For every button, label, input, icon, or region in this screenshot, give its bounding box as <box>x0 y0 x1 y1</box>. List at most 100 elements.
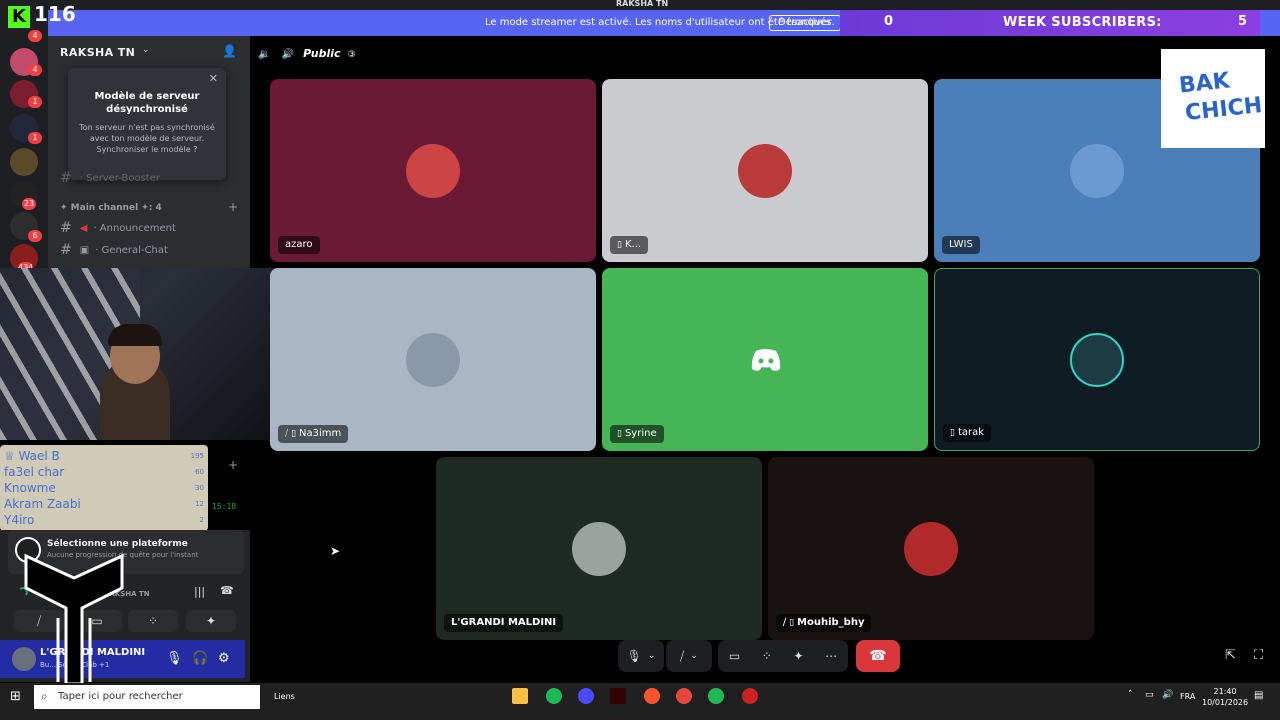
sub-leaderboard: ♕ Wael B 195 fa3el char 60 Knowme 30 Akram … <box>0 445 208 531</box>
deafened-icon: ⧸ <box>783 618 787 628</box>
chevron-down-icon[interactable]: ⌄ <box>690 651 698 661</box>
brand-line2: CHICH <box>1183 93 1264 126</box>
gear-icon[interactable]: ⚙ <box>218 651 230 666</box>
channel-item-announcement[interactable]: # ◀ · Announcement <box>60 220 176 236</box>
leaderboard-name: Y4iro <box>4 513 35 527</box>
participant-name: ▯ Syrine <box>610 425 664 443</box>
search-placeholder: Taper ici pour rechercher <box>58 691 183 702</box>
help-icon[interactable]: ③ <box>348 50 356 60</box>
clock-date: 10/01/2026 <box>1202 698 1249 707</box>
channel-item[interactable]: # · Server-Booster <box>60 170 160 186</box>
rail-badge: 4 <box>28 64 42 76</box>
screen-share-icon[interactable]: ▭ <box>729 649 740 663</box>
popup-description[interactable]: Ton serveur n'est pas synchronisé avec t… <box>78 122 216 155</box>
category-main-channel[interactable]: ✦ Main channel ✦: 4 <box>60 203 162 213</box>
popout-icon[interactable]: ⇱ <box>1225 648 1236 663</box>
channel-item-general-chat[interactable]: # ▣ · General-Chat <box>60 242 168 258</box>
disconnect-button[interactable]: ☎ <box>856 640 900 672</box>
stream-logo-overlay <box>24 553 124 684</box>
activities-button[interactable]: ⁘ <box>128 610 178 632</box>
links-toolbar[interactable]: Liens <box>274 692 295 701</box>
server-name[interactable]: RAKSHA TN <box>60 46 135 59</box>
illustrator-icon[interactable] <box>610 688 626 704</box>
soundboard-icon[interactable]: ||| <box>194 585 205 598</box>
rail-badge: 4 <box>28 30 42 42</box>
soundboard-icon[interactable]: ✦ <box>793 649 803 663</box>
effects-button[interactable]: ✦ <box>186 610 236 632</box>
leaderboard-name: ♕ Wael B <box>4 449 60 463</box>
camera-control[interactable]: ⧸ ⌄ <box>666 640 712 672</box>
mobile-icon: ▯ <box>291 429 297 439</box>
brave-icon[interactable] <box>644 688 660 704</box>
leaderboard-row: ♕ Wael B 195 <box>4 448 204 464</box>
spotify-icon[interactable] <box>546 688 562 704</box>
microphone-icon: 🎙 <box>626 649 642 663</box>
network-icon[interactable]: ▭ <box>1145 690 1154 700</box>
subs-label: WEEK SUBSCRIBERS: <box>1003 15 1162 30</box>
fullscreen-icon[interactable]: ⛶ <box>1254 648 1263 663</box>
avatar <box>904 521 958 576</box>
participant-tile[interactable]: azaro <box>270 79 596 262</box>
participant-name: ⧸ ▯ Na3imm <box>278 425 349 443</box>
subs-left-count: 0 <box>884 14 894 29</box>
disable-streamer-button[interactable]: Désactiver <box>769 15 841 31</box>
participant-tile[interactable]: ⧸ ▯ Na3imm <box>270 268 596 451</box>
participant-name: azaro <box>278 236 320 254</box>
brand-line1: BAK <box>1177 68 1232 99</box>
headphones-icon[interactable]: 🎧 <box>192 651 208 666</box>
leaderboard-value: 60 <box>195 468 204 476</box>
mic-control[interactable]: 🎙 ⌄ <box>618 640 664 672</box>
language-indicator[interactable]: FRA <box>1180 692 1195 701</box>
obs-icon[interactable] <box>578 688 594 704</box>
close-icon[interactable]: ✕ <box>209 72 218 85</box>
chrome-icon[interactable] <box>676 688 692 704</box>
clock-time: 21:40 <box>1213 687 1237 696</box>
participant-tile[interactable]: L'GRANDI MALDINI <box>436 457 762 640</box>
window-title: RAKSHA TN <box>616 0 669 8</box>
chevron-up-icon[interactable]: ˄ <box>1128 690 1133 700</box>
subs-count: 5 <box>1238 14 1248 29</box>
stage-header: 🔉 🔊 Public ③ <box>258 42 356 61</box>
chevron-down-icon[interactable]: ⌄ <box>648 651 656 661</box>
participant-name: L'GRANDI MALDINI <box>444 614 564 632</box>
channel-label: · General-Chat <box>95 245 168 256</box>
add-channel-icon[interactable]: + <box>228 200 238 214</box>
chevron-down-icon[interactable]: ⌄ <box>142 45 150 55</box>
chat-icon: ▣ <box>79 245 90 256</box>
more-icon[interactable]: ⋯ <box>825 649 837 663</box>
disconnect-icon[interactable]: ☎ <box>220 584 234 597</box>
leaderboard-row: Akram Zaabi 12 <box>4 496 204 512</box>
trophy-icon: ♕ <box>4 449 19 463</box>
taskbar-clock[interactable]: 21:40 10/01/2026 <box>1202 686 1248 708</box>
participant-tile[interactable]: ▯ tarak <box>934 268 1260 451</box>
participant-tile[interactable]: ▯ Syrine <box>602 268 928 451</box>
server-icon[interactable] <box>10 148 38 176</box>
add-icon[interactable]: + <box>228 458 238 472</box>
notification-icon[interactable]: ▤ <box>1254 690 1263 701</box>
deafened-icon: ⧸ <box>285 429 289 439</box>
avatar <box>406 143 460 198</box>
windows-start-icon[interactable]: ⊞ <box>10 689 21 704</box>
add-member-icon[interactable]: 👤 <box>222 44 237 58</box>
taskbar-search[interactable]: ⌕ Taper ici pour rechercher <box>34 685 260 709</box>
participant-tile[interactable]: ⧸ ▯ Mouhib_bhy <box>768 457 1094 640</box>
volume-icon[interactable]: 🔊 <box>1162 690 1173 700</box>
participant-tile[interactable]: ▯ K... <box>602 79 928 262</box>
leaderboard-row: Knowme 30 <box>4 480 204 496</box>
mobile-icon: ▯ <box>617 240 622 250</box>
app-icon[interactable] <box>742 688 758 704</box>
brand-logo: BAK CHICH <box>1161 49 1265 148</box>
leaderboard-value: 30 <box>195 484 204 492</box>
media-controls[interactable]: ▭ ⁘ ✦ ⋯ <box>718 640 848 672</box>
leaderboard-value: 2 <box>199 516 204 524</box>
file-explorer-icon[interactable] <box>512 688 528 704</box>
channel-label: · Server-Booster <box>79 173 160 184</box>
rail-badge: 6 <box>28 230 42 242</box>
microphone-icon[interactable]: 🎙 <box>166 651 183 666</box>
participant-name: ⧸ ▯ Mouhib_bhy <box>776 614 872 632</box>
activities-icon[interactable]: ⁘ <box>762 649 772 663</box>
streamer-hair <box>108 324 162 346</box>
search-icon: ⌕ <box>41 689 48 703</box>
spotify-icon[interactable] <box>708 688 724 704</box>
speaker-icon: 🔉 <box>258 49 271 60</box>
